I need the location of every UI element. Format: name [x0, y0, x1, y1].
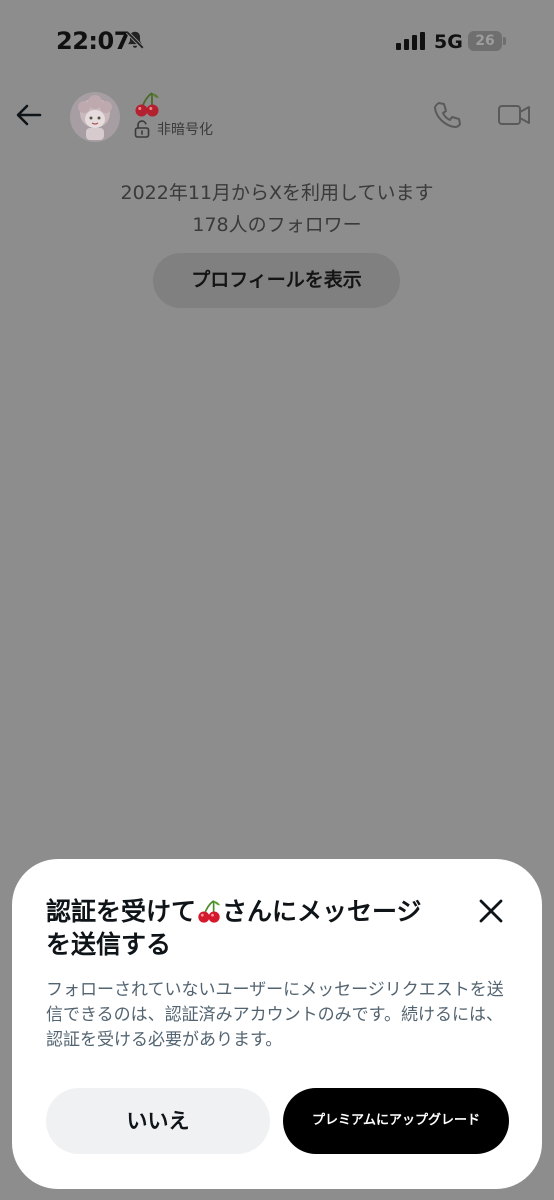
view-profile-button[interactable]: プロフィールを表示 [153, 253, 400, 308]
cherry-emoji [135, 92, 159, 117]
open-lock-icon [134, 120, 150, 138]
video-icon[interactable] [496, 98, 532, 132]
avatar[interactable] [70, 92, 120, 142]
signal-icon [396, 32, 425, 50]
avatar-image [78, 95, 112, 140]
back-arrow-icon[interactable] [12, 98, 46, 132]
upgrade-premium-button[interactable]: プレミアムにアップグレード [283, 1088, 509, 1154]
close-icon[interactable] [475, 895, 507, 927]
sheet-description: フォローされていないユーザーにメッセージリクエストを送信できるのは、認証済みアカ… [46, 980, 504, 1050]
conversation-header: 非暗号化 [0, 84, 554, 148]
followers-count-text: 178人のフォロワー [192, 214, 362, 236]
phone-icon[interactable] [430, 98, 464, 132]
network-type: 5G [434, 31, 463, 53]
encryption-label: 非暗号化 [157, 122, 213, 138]
status-bar: 22:07 5G 26 [0, 0, 554, 84]
status-time: 22:07 [56, 27, 130, 55]
sheet-title-prefix: 認証を受けて [46, 897, 197, 926]
bell-slash-icon [125, 30, 145, 50]
cherry-emoji [198, 900, 221, 923]
battery-icon: 26 [468, 31, 502, 51]
no-button[interactable]: いいえ [46, 1088, 270, 1154]
battery-cap [503, 37, 506, 45]
member-since-text: 2022年11月からXを利用しています [120, 182, 434, 204]
sheet-title: 認証を受けて さんにメッセージを送信する [46, 895, 446, 961]
verification-bottom-sheet: 認証を受けて さんにメッセージを送信する フォローされていないユーザーにメッセー… [12, 859, 542, 1189]
